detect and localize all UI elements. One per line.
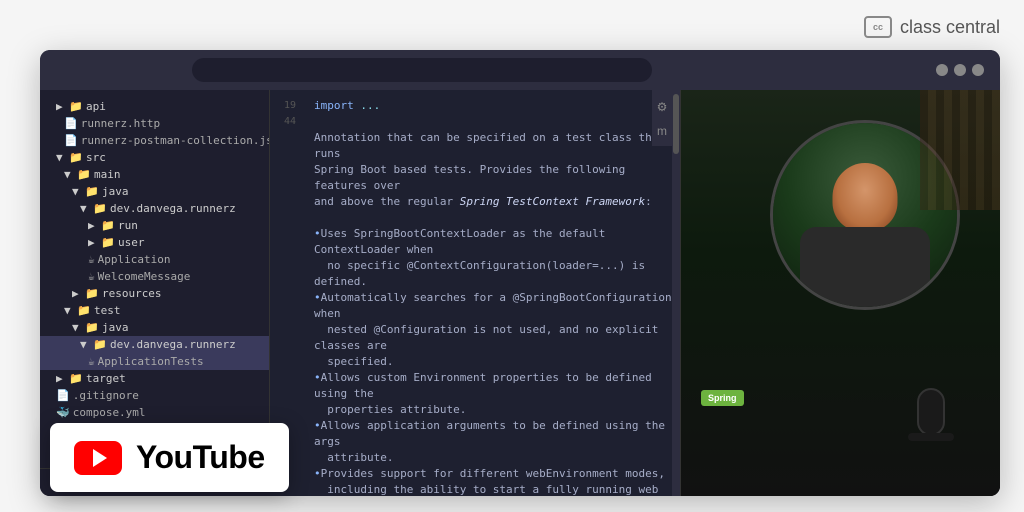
tree-dev-danvega-test[interactable]: ▼ 📁dev.danvega.runnerz: [40, 336, 269, 353]
tree-api[interactable]: ▶ 📁api: [40, 98, 269, 115]
tree-application-tests[interactable]: ☕ApplicationTests: [40, 353, 269, 370]
tree-main[interactable]: ▼ 📁main: [40, 166, 269, 183]
doc-line-15: including the ability to start a fully r…: [270, 482, 680, 496]
gear-icon[interactable]: ⚙: [657, 100, 668, 114]
address-bar[interactable]: [192, 58, 652, 82]
brand-name: class central: [900, 17, 1000, 38]
microphone-base: [908, 433, 954, 441]
spring-badge: Spring: [701, 390, 744, 406]
video-thumbnail: Spring: [681, 90, 1000, 496]
tree-target[interactable]: ▶ 📁target: [40, 370, 269, 387]
doc-line-4: [270, 210, 680, 226]
microphone: [917, 388, 945, 436]
scrollbar[interactable]: [672, 90, 680, 496]
scrollbar-thumb[interactable]: [673, 94, 679, 154]
tree-resources[interactable]: ▶ 📁resources: [40, 285, 269, 302]
doc-line-10: •Allows custom Environment properties to…: [270, 370, 680, 402]
code-line-44: 44: [270, 114, 680, 130]
speaker-body: [800, 227, 930, 307]
tree-gitignore[interactable]: 📄.gitignore: [40, 387, 269, 404]
play-triangle-icon: [93, 449, 107, 467]
doc-line-12: •Allows application arguments to be defi…: [270, 418, 680, 450]
code-content: 19 import ... 44 Annotation that can be …: [270, 90, 680, 496]
tree-postman[interactable]: 📄runnerz-postman-collection.json: [40, 132, 269, 149]
youtube-label: YouTube: [136, 439, 265, 476]
tree-test-java[interactable]: ▼ 📁java: [40, 319, 269, 336]
doc-line-5: •Uses SpringBootContextLoader as the def…: [270, 226, 680, 258]
doc-line-13: attribute.: [270, 450, 680, 466]
browser-toolbar: [40, 50, 1000, 90]
tree-run[interactable]: ▶ 📁run: [40, 217, 269, 234]
tree-welcome-message[interactable]: ☕WelcomeMessage: [40, 268, 269, 285]
doc-line-7: •Automatically searches for a @SpringBoo…: [270, 290, 680, 322]
info-icon[interactable]: m: [657, 124, 667, 138]
doc-line-2: Spring Boot based tests. Provides the fo…: [270, 162, 680, 194]
code-area: 19 import ... 44 Annotation that can be …: [270, 90, 680, 496]
bookshelf-decoration: [920, 90, 1000, 210]
doc-line-6: no specific @ContextConfiguration(loader…: [270, 258, 680, 290]
doc-line-8: nested @Configuration is not used, and n…: [270, 322, 680, 354]
tree-user[interactable]: ▶ 📁user: [40, 234, 269, 251]
tree-compose-yml[interactable]: 🐳compose.yml: [40, 404, 269, 421]
tree-src[interactable]: ▼ 📁src: [40, 149, 269, 166]
window-control-1[interactable]: [936, 64, 948, 76]
cc-logo-icon: cc: [864, 16, 892, 38]
doc-line-14: •Provides support for different webEnvir…: [270, 466, 680, 482]
window-control-3[interactable]: [972, 64, 984, 76]
speaker-head: [833, 163, 898, 231]
tree-application[interactable]: ☕Application: [40, 251, 269, 268]
window-control-2[interactable]: [954, 64, 966, 76]
tree-runnerz-http[interactable]: 📄runnerz.http: [40, 115, 269, 132]
youtube-play-button[interactable]: [74, 441, 122, 475]
doc-line-11: properties attribute.: [270, 402, 680, 418]
tree-dev-danvega-main[interactable]: ▼ 📁dev.danvega.runnerz: [40, 200, 269, 217]
code-line-19: 19 import ...: [270, 98, 680, 114]
traffic-lights: [936, 64, 984, 76]
tree-test[interactable]: ▼ 📁test: [40, 302, 269, 319]
video-panel: Spring: [680, 90, 1000, 496]
doc-line-9: specified.: [270, 354, 680, 370]
doc-line-1: Annotation that can be specified on a te…: [270, 130, 680, 162]
doc-line-3: and above the regular Spring TestContext…: [270, 194, 680, 210]
class-central-brand: cc class central: [864, 16, 1000, 38]
editor-side-icons: ⚙ m: [652, 90, 672, 146]
tree-main-java[interactable]: ▼ 📁java: [40, 183, 269, 200]
youtube-overlay[interactable]: YouTube: [50, 423, 289, 492]
